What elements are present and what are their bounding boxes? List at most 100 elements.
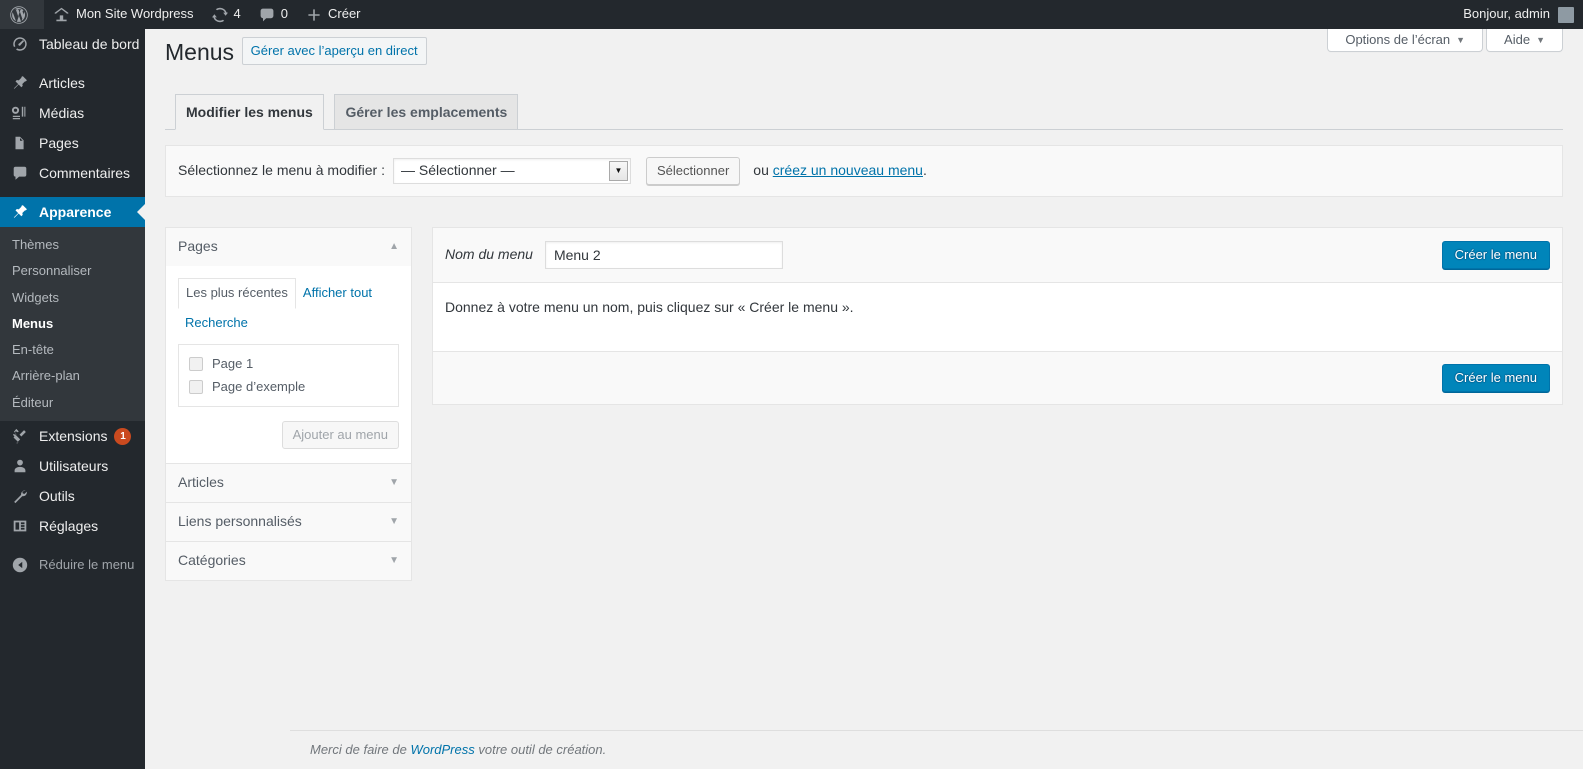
appearance-icon [10, 202, 30, 222]
accordion-section-categories: Catégories ▼ [166, 541, 411, 580]
accordion-header-categories[interactable]: Catégories ▼ [166, 541, 411, 580]
menu-name-input[interactable] [544, 241, 783, 269]
wordpress-logo-icon [9, 5, 29, 25]
content-area: Options de l’écran ▼ Aide ▼ Menus Gérer … [145, 29, 1583, 769]
body-content: Options de l’écran ▼ Aide ▼ Menus Gérer … [145, 29, 1583, 581]
media-icon [10, 103, 30, 123]
list-item[interactable]: Page 1 [189, 353, 388, 375]
help-button[interactable]: Aide ▼ [1486, 29, 1563, 52]
footer-thanks-prefix: Merci de faire de [310, 741, 411, 757]
sidebar-item-articles[interactable]: Articles [0, 68, 145, 98]
submenu-item-themes[interactable]: Thèmes [0, 232, 145, 258]
accordion-section-custom-links: Liens personnalisés ▼ [166, 502, 411, 542]
create-menu-top-wrap: Créer le menu [1441, 241, 1550, 269]
screen-meta-links: Options de l’écran ▼ Aide ▼ [1327, 29, 1563, 52]
admin-footer: Merci de faire de WordPress votre outil … [290, 729, 1583, 769]
select-menu-button[interactable]: Sélectionner [646, 157, 741, 185]
sidebar-item-outils[interactable]: Outils [0, 481, 145, 511]
accordion-header-custom-links[interactable]: Liens personnalisés ▼ [166, 502, 411, 541]
add-to-menu-button[interactable]: Ajouter au menu [281, 420, 399, 449]
accordion-header-articles[interactable]: Articles ▼ [166, 463, 411, 502]
sidebar-item-label: Tableau de bord [39, 36, 140, 52]
tab-search[interactable]: Recherche [178, 309, 255, 338]
submenu-item-en-tete[interactable]: En-tête [0, 337, 145, 363]
sidebar-item-pages[interactable]: Pages [0, 128, 145, 158]
sidebar-item-medias[interactable]: Médias [0, 98, 145, 128]
home-icon [53, 6, 70, 23]
menu-name-label: Nom du menu [445, 246, 533, 263]
chevron-down-icon: ▼ [609, 161, 628, 181]
users-icon [10, 456, 30, 476]
menu-editor-column: Nom du menu Créer le menu Donnez à votre… [432, 227, 1563, 405]
pages-actions: Ajouter au menu [178, 420, 399, 449]
wp-logo-menu[interactable] [0, 0, 44, 29]
sidebar-separator [0, 59, 145, 68]
comment-bubble-icon [259, 7, 275, 23]
sidebar-item-utilisateurs[interactable]: Utilisateurs [0, 451, 145, 481]
collapse-menu-label: Réduire le menu [39, 556, 135, 572]
create-new-menu-link[interactable]: créez un nouveau menu [773, 162, 923, 178]
accordion-column: Pages ▲ Les plus récentes Afficher tout Re… [165, 227, 412, 581]
sidebar-item-commentaires[interactable]: Commentaires [0, 158, 145, 188]
wordpress-link[interactable]: WordPress [410, 742, 474, 757]
screen-options-label: Options de l’écran [1345, 31, 1451, 47]
submenu-item-editeur[interactable]: Éditeur [0, 390, 145, 416]
chevron-down-icon: ▼ [389, 554, 399, 566]
manage-with-live-preview-button[interactable]: Gérer avec l’aperçu en direct [241, 37, 427, 66]
sidebar-item-extensions[interactable]: Extensions 1 [0, 421, 145, 451]
accordion-header-pages[interactable]: Pages ▲ [166, 228, 411, 266]
page-checkbox[interactable] [189, 357, 203, 372]
accordion-title: Liens personnalisés [178, 512, 302, 529]
submenu-item-arriere-plan[interactable]: Arrière-plan [0, 363, 145, 389]
sidebar-item-apparence[interactable]: Apparence [0, 197, 145, 227]
tab-edit-menus[interactable]: Modifier les menus [175, 94, 324, 130]
site-name-menu[interactable]: Mon Site Wordpress [44, 0, 203, 29]
pin-icon [10, 73, 30, 93]
comments-menu[interactable]: 0 [250, 0, 297, 29]
plus-icon [306, 7, 322, 23]
screen-options-button[interactable]: Options de l’écran ▼ [1327, 29, 1484, 52]
chevron-down-icon: ▼ [389, 515, 399, 527]
sidebar-item-dashboard[interactable]: Tableau de bord [0, 29, 145, 59]
pages-tabs: Les plus récentes Afficher tout Recherche [178, 278, 399, 337]
create-menu-button-bottom[interactable]: Créer le menu [1441, 363, 1550, 392]
submenu-item-widgets[interactable]: Widgets [0, 285, 145, 311]
chevron-down-icon: ▼ [1456, 34, 1466, 45]
new-content-menu[interactable]: Créer [297, 0, 370, 29]
accordion-section-pages: Pages ▲ Les plus récentes Afficher tout Re… [166, 228, 411, 464]
sidebar-item-reglages[interactable]: Réglages [0, 511, 145, 541]
updates-count: 4 [233, 6, 241, 22]
list-item[interactable]: Page d’exemple [189, 376, 388, 398]
menu-select-value: — Sélectionner — [401, 162, 515, 179]
tab-view-all[interactable]: Afficher tout [296, 279, 379, 308]
menu-selector-row: Sélectionnez le menu à modifier : — Séle… [165, 145, 1563, 197]
page-title: Menus [165, 39, 235, 65]
page-checkbox[interactable] [189, 379, 203, 394]
menu-selector-label: Sélectionnez le menu à modifier : [178, 162, 385, 179]
tab-most-recent[interactable]: Les plus récentes [178, 278, 296, 309]
submenu-item-personnaliser[interactable]: Personnaliser [0, 258, 145, 284]
avatar [1558, 6, 1574, 23]
updates-menu[interactable]: 4 [203, 0, 250, 29]
my-account-menu[interactable]: Bonjour, admin [1454, 0, 1583, 29]
tools-icon [10, 486, 30, 506]
help-label: Aide [1504, 31, 1531, 47]
accordion-body-pages: Les plus récentes Afficher toutRecherche … [166, 266, 411, 463]
pages-checkbox-list: Page 1 Page d’exemple [178, 344, 399, 407]
collapse-menu-button[interactable]: Réduire le menu [0, 550, 145, 580]
or-label: ou [753, 162, 769, 179]
create-menu-button-top[interactable]: Créer le menu [1441, 241, 1550, 269]
sidebar-item-label: Extensions [39, 428, 108, 445]
site-name-label: Mon Site Wordpress [76, 6, 194, 22]
chevron-down-icon: ▼ [389, 476, 399, 488]
updates-icon [211, 7, 228, 23]
menu-save-bar: Créer le menu [433, 350, 1562, 404]
submenu-item-menus[interactable]: Menus [0, 311, 145, 337]
admin-sidebar: Tableau de bord Articles Médias Pages Co… [0, 29, 145, 769]
tab-manage-locations[interactable]: Gérer les emplacements [334, 94, 519, 129]
sidebar-item-label: Apparence [39, 204, 112, 220]
sidebar-separator [0, 188, 145, 197]
admin-bar: Mon Site Wordpress 4 0 Créer Bonjour, ad… [0, 0, 1583, 29]
menu-select-dropdown[interactable]: — Sélectionner — ▼ [393, 158, 631, 184]
apparence-submenu: Thèmes Personnaliser Widgets Menus En-tê… [0, 227, 145, 422]
